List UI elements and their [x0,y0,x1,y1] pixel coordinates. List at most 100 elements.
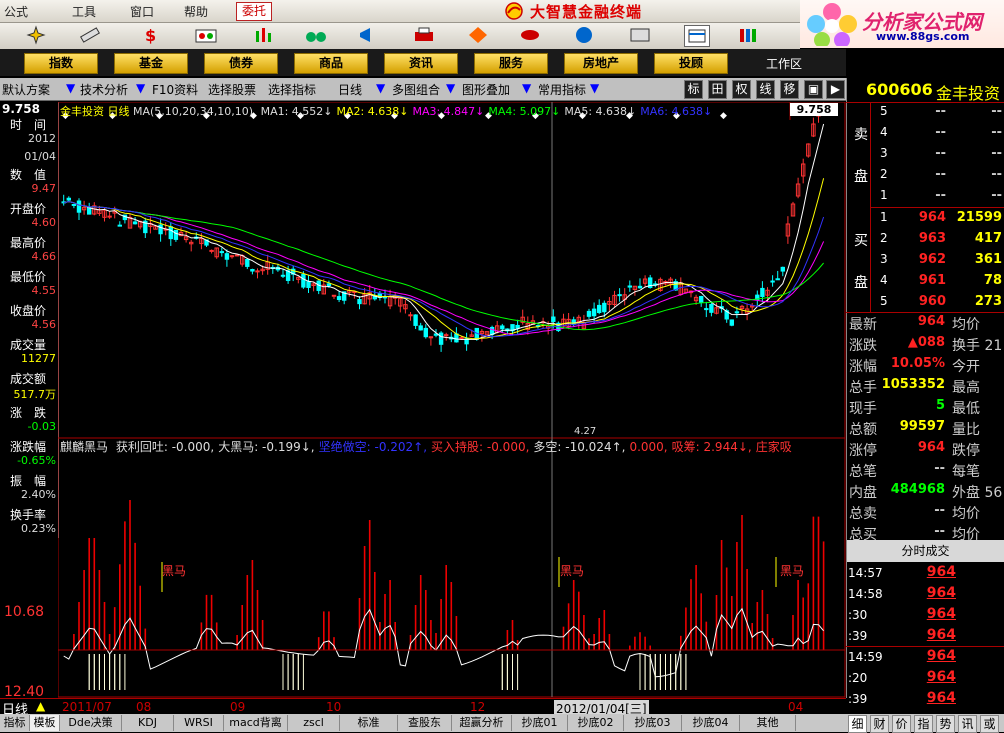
low-price-label: 4.27 [574,426,597,437]
candle-body [234,254,240,257]
window-restore-icon[interactable]: ▣ [804,80,823,99]
cat-news[interactable]: 资讯 [384,53,458,74]
tab-7[interactable]: 标准 [340,715,398,731]
crosshair-icon[interactable] [24,25,48,45]
tab-8[interactable]: 查股东 [398,715,452,731]
orderbook-price[interactable]: -- [896,188,946,203]
tab-2[interactable]: Dde决策 [60,715,122,731]
move-button[interactable]: 移 [780,80,799,99]
cat-commodity[interactable]: 商品 [294,53,368,74]
orderbook-price[interactable]: -- [896,104,946,119]
right-button[interactable]: 权 [732,80,751,99]
fb-default-scheme[interactable]: 默认方案 [2,81,50,98]
right-tab-0[interactable]: 细 [848,715,867,733]
diamond-icon[interactable] [466,25,490,45]
right-tab-5[interactable]: 讯 [958,715,977,733]
divider [870,207,1004,208]
binoculars-icon[interactable] [304,25,328,45]
indicator-value: 0.000, [629,440,668,454]
fb-overlay[interactable]: 图形叠加 [462,81,510,98]
tab-10[interactable]: 抄底01 [512,715,568,731]
cat-fund[interactable]: 基金 [114,53,188,74]
cat-realestate[interactable]: 房地产 [564,53,638,74]
tab-12[interactable]: 抄底03 [624,715,682,731]
window-icon[interactable] [628,25,652,45]
fb-arrow-icon[interactable]: ▼ [522,81,531,95]
cat-bond[interactable]: 债券 [204,53,278,74]
work-area-label[interactable]: 工作区 [766,55,802,72]
ruler-icon[interactable] [78,25,102,45]
menu-help[interactable]: 帮助 [184,3,208,20]
svg-text:$: $ [145,26,156,45]
tab-1[interactable]: 模板 [30,715,60,731]
right-tab-4[interactable]: 势 [936,715,955,733]
orderbook-price[interactable]: -- [896,167,946,182]
candle-body [602,302,607,313]
orderbook-price[interactable]: 961 [896,273,946,288]
orderbook-price[interactable]: -- [896,125,946,140]
fb-arrow-icon[interactable]: ▼ [136,81,145,95]
line-button[interactable]: 线 [756,80,775,99]
cat-advisor[interactable]: 投顾 [654,53,728,74]
menu-window[interactable]: 窗口 [130,3,154,20]
tab-3[interactable]: KDJ [122,715,174,731]
menu-tools[interactable]: 工具 [72,3,96,20]
orderbook-price[interactable]: -- [896,146,946,161]
tab-0[interactable]: 指标 [0,715,30,731]
info-label: 涨跌幅 [10,440,47,454]
mark-button[interactable]: 标 [684,80,703,99]
tab-5[interactable]: macd背离 [224,715,288,731]
candle-body [637,285,643,289]
tab-9[interactable]: 超赢分析 [452,715,512,731]
candle-body [780,266,785,272]
tab-14[interactable]: 其他 [740,715,796,731]
orderbook-price[interactable]: 962 [896,252,946,267]
date-label: 04 [788,700,804,714]
tab-13[interactable]: 抄底04 [682,715,740,731]
layout-icon[interactable] [684,25,710,47]
fb-daily[interactable]: 日线 [338,81,362,98]
megaphone-icon[interactable] [356,25,380,45]
fb-arrow-icon[interactable]: ▼ [590,81,599,95]
fb-f10[interactable]: F10资料 [152,81,198,98]
dollar-icon[interactable]: $ [138,25,162,45]
fb-select-stock[interactable]: 选择股票 [208,81,256,98]
sell-label: 盘 [854,169,868,185]
bars-icon[interactable] [252,25,276,45]
cat-service[interactable]: 服务 [474,53,548,74]
books-icon[interactable] [736,25,760,45]
entrust-button[interactable]: 委托 [236,2,272,21]
trade-time: :20 [848,671,868,685]
kline-chart[interactable]: ◆ ◆ ◆ ◆ ◆ ◆ ◆ ◆ ◆ ◆ ◆ ◆ ◆ ◆ ◆ [58,102,846,698]
grid-button[interactable]: 田 [708,80,727,99]
orderbook-level: 2 [880,167,888,181]
warning-icon: ▲ [36,699,46,713]
stat-label: 每笔 [952,464,980,480]
play-icon[interactable]: ▶ [826,80,845,99]
fb-common-indicator[interactable]: 常用指标 [538,81,586,98]
orderbook-price[interactable]: 964 [896,210,946,225]
menu-formula[interactable]: 公式 [4,3,28,20]
fb-multi-chart[interactable]: 多图组合 [392,81,440,98]
info-value: 11277 [21,352,56,365]
chart-icon[interactable] [194,25,218,45]
fb-arrow-icon[interactable]: ▼ [376,81,385,95]
right-tab-1[interactable]: 财 [870,715,889,733]
orderbook-price[interactable]: 963 [896,231,946,246]
fb-select-indicator[interactable]: 选择指标 [268,81,316,98]
fb-arrow-icon[interactable]: ▼ [66,81,75,95]
right-tab-2[interactable]: 价 [892,715,911,733]
fb-tech-analysis[interactable]: 技术分析 [80,81,128,98]
fb-arrow-icon[interactable]: ▼ [446,81,455,95]
right-tab-3[interactable]: 指 [914,715,933,733]
cat-index[interactable]: 指数 [24,53,98,74]
rocket-icon[interactable] [518,25,542,45]
tab-11[interactable]: 抄底02 [568,715,624,731]
tick-trades-header[interactable]: 分时成交 [847,540,1004,562]
globe-icon[interactable] [572,25,596,45]
printer-icon[interactable] [412,25,436,45]
tab-4[interactable]: WRSI [174,715,224,731]
tab-6[interactable]: zscl [288,715,340,731]
right-tab-6[interactable]: 或 [980,715,999,733]
orderbook-price[interactable]: 960 [896,294,946,309]
